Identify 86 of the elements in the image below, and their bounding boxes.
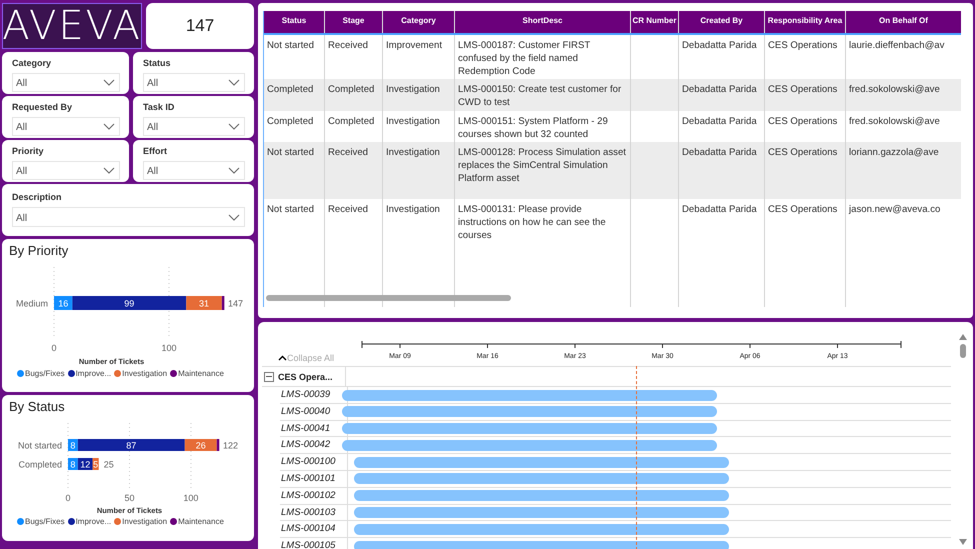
column-header[interactable]: Status bbox=[264, 11, 325, 33]
bar-segment: 16 bbox=[54, 296, 72, 310]
filter-dropdown[interactable]: All bbox=[143, 117, 245, 136]
category-label: Medium bbox=[16, 298, 48, 308]
chart-title: By Priority bbox=[8, 242, 70, 260]
table-cell: LMS-000128: Process Simulation asset replaces the SimCentral Simulation Platform asset bbox=[455, 142, 631, 199]
filter-dropdown[interactable]: All bbox=[143, 161, 245, 180]
column-header[interactable]: Created By bbox=[679, 11, 765, 33]
legend-label: Improve... bbox=[76, 369, 112, 378]
filter-dropdown[interactable]: All bbox=[12, 207, 245, 227]
table-cell: Investigation bbox=[383, 142, 455, 199]
filter-dropdown[interactable]: All bbox=[12, 161, 120, 180]
legend-label: Bugs/Fixes bbox=[25, 517, 65, 526]
table-cell: fred.sokolowski@ave bbox=[846, 79, 961, 111]
axis-tick-label: 0 bbox=[66, 493, 70, 503]
legend-label: Maintenance bbox=[178, 517, 224, 526]
task-label: LMS-000101 bbox=[280, 470, 348, 487]
table-cell: Debadatta Parida bbox=[679, 199, 765, 307]
total-label: 122 bbox=[223, 440, 238, 450]
table-cell: LMS-000150: Create test customer for CWD to test bbox=[455, 79, 631, 111]
table-cell: Debadatta Parida bbox=[679, 79, 765, 111]
table-cell: Received bbox=[325, 142, 383, 199]
filter-label: Category bbox=[12, 58, 52, 68]
table-cell: jason.new@aveva.co bbox=[846, 199, 961, 307]
bar-segment: 31 bbox=[186, 296, 222, 310]
legend-label: Maintenance bbox=[178, 369, 224, 378]
table-cell: CES Operations bbox=[765, 142, 846, 199]
kpi-value: 147 bbox=[146, 3, 254, 49]
table-cell: Completed bbox=[325, 79, 383, 111]
bar-segment: 26 bbox=[184, 439, 217, 451]
column-header[interactable]: On Behalf Of bbox=[846, 11, 961, 33]
group-label: CES Opera... bbox=[278, 372, 333, 382]
total-label: 25 bbox=[104, 460, 114, 470]
data-label: 26 bbox=[196, 440, 206, 450]
bar-segment: 5 bbox=[92, 458, 99, 470]
total-label: 147 bbox=[228, 298, 244, 308]
axis-tick-label: 50 bbox=[124, 493, 134, 503]
data-label: 8 bbox=[70, 440, 76, 450]
task-label: LMS-000100 bbox=[280, 454, 348, 470]
chart-title: By Status bbox=[8, 398, 66, 416]
table-cell: Investigation bbox=[383, 79, 455, 111]
data-label: 16 bbox=[58, 298, 68, 308]
filter-dropdown[interactable]: All bbox=[12, 117, 120, 136]
table-cell: Debadatta Parida bbox=[679, 142, 765, 199]
bar-segment: 8 bbox=[68, 458, 78, 470]
data-label: 12 bbox=[80, 460, 90, 470]
table-cell: CES Operations bbox=[765, 79, 846, 111]
legend-label: Investigation bbox=[122, 517, 168, 526]
legend-label: Investigation bbox=[122, 369, 168, 378]
filter-label: Requested By bbox=[12, 102, 74, 112]
column-header[interactable]: Responsibility Area bbox=[765, 11, 846, 33]
filter-label: Task ID bbox=[143, 102, 176, 112]
axis-tick-label: 100 bbox=[161, 343, 176, 353]
task-label: LMS-000104 bbox=[280, 521, 348, 538]
filter-label: Description bbox=[12, 192, 63, 202]
axis-tick-label: 0 bbox=[52, 343, 56, 353]
category-label: Not started bbox=[18, 440, 62, 450]
column-header[interactable]: ShortDesc bbox=[455, 11, 631, 33]
task-label: LMS-000102 bbox=[280, 488, 348, 504]
task-label: LMS-000103 bbox=[280, 504, 348, 520]
table-cell: CES Operations bbox=[765, 199, 846, 307]
bar-segment: 99 bbox=[72, 296, 186, 310]
category-label: Completed bbox=[18, 460, 62, 470]
bar-segment: 87 bbox=[78, 439, 185, 451]
column-header[interactable]: Stage bbox=[325, 11, 383, 33]
filter-label: Effort bbox=[143, 146, 168, 156]
column-header[interactable]: Category bbox=[383, 11, 455, 33]
legend-label: Improve... bbox=[76, 517, 112, 526]
filter-label: Status bbox=[143, 58, 172, 68]
axis-tick-label: 100 bbox=[183, 493, 198, 503]
data-label: 99 bbox=[124, 298, 134, 308]
filter-dropdown[interactable]: All bbox=[12, 73, 120, 92]
column-header[interactable]: CR Number bbox=[631, 11, 679, 33]
data-label: 87 bbox=[126, 440, 136, 450]
table-cell: Not started bbox=[264, 142, 325, 199]
data-label: 8 bbox=[70, 460, 76, 470]
legend-label: Bugs/Fixes bbox=[25, 369, 65, 378]
data-label: 31 bbox=[199, 298, 210, 308]
bar-segment: 12 bbox=[78, 458, 93, 470]
bar-segment: 8 bbox=[68, 439, 78, 451]
table-cell: Completed bbox=[264, 79, 325, 111]
logo: AVEVA bbox=[2, 3, 142, 49]
task-label: LMS-000105 bbox=[280, 538, 348, 549]
filter-label: Priority bbox=[12, 146, 45, 156]
table-cell: loriann.gazzola@ave bbox=[846, 142, 961, 199]
filter-dropdown[interactable]: All bbox=[143, 73, 245, 92]
